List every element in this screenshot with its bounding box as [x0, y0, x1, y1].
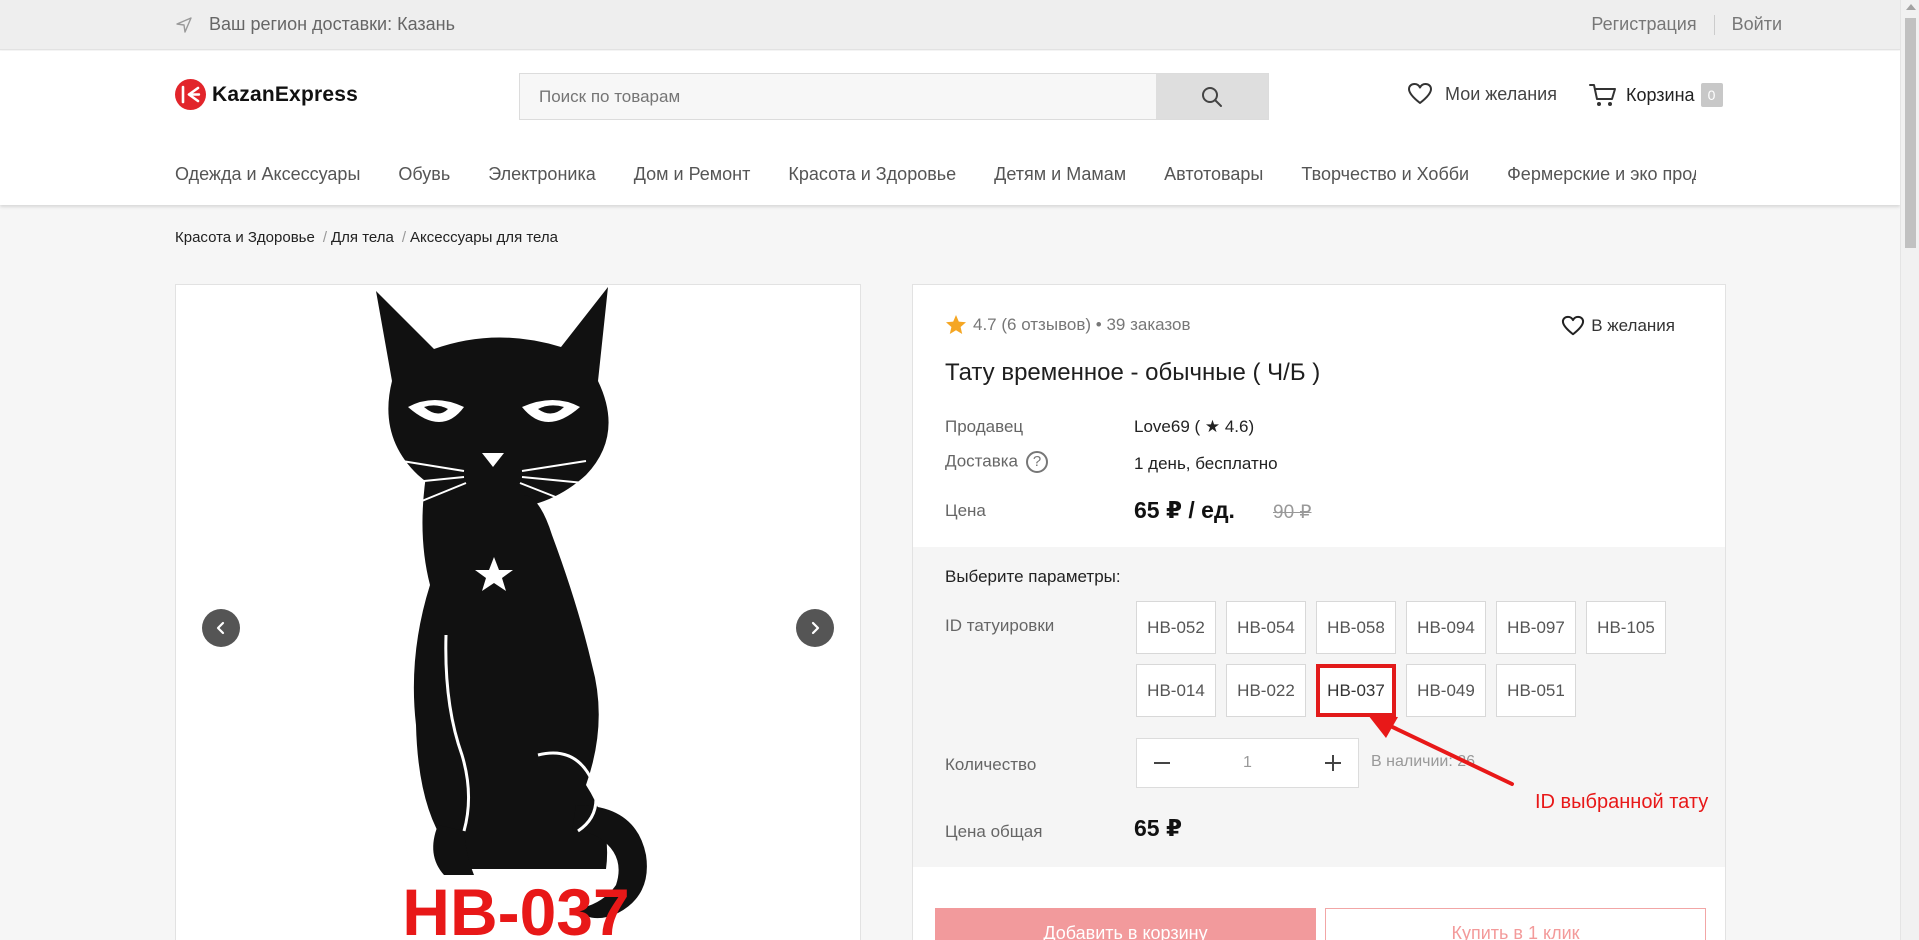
- chevron-right-icon: [811, 621, 820, 635]
- wishlist-link[interactable]: Мои желания: [1407, 82, 1557, 106]
- nav-kids[interactable]: Детям и Мамам: [994, 164, 1126, 190]
- decrease-quantity-button[interactable]: [1137, 739, 1187, 787]
- cart-label: Корзина: [1626, 84, 1695, 105]
- total-price-label: Цена общая: [945, 822, 1043, 841]
- minus-icon: [1154, 762, 1170, 764]
- nav-electronics[interactable]: Электроника: [488, 164, 595, 190]
- search-button[interactable]: [1156, 74, 1268, 119]
- option-hb-022[interactable]: HB-022: [1226, 664, 1306, 717]
- logo[interactable]: KazanExpress: [175, 79, 358, 110]
- rating-text: 4.7 (6 отзывов) • 39 заказов: [973, 314, 1191, 334]
- breadcrumb-item[interactable]: Для тела: [331, 229, 394, 246]
- product-image[interactable]: HB-037: [346, 285, 696, 940]
- star-icon: [946, 315, 966, 334]
- option-hb-014[interactable]: HB-014: [1136, 664, 1216, 717]
- delivery-label-wrap: Доставка?: [945, 451, 1049, 473]
- nav-shoes[interactable]: Обувь: [398, 164, 450, 190]
- register-link[interactable]: Регистрация: [1591, 14, 1696, 35]
- annotation-arrow-icon: [1368, 715, 1514, 786]
- quantity-value[interactable]: 1: [1187, 754, 1308, 772]
- chevron-left-icon: [216, 621, 225, 635]
- breadcrumb-separator: /: [401, 229, 407, 246]
- wishlist-label: Мои желания: [1445, 83, 1557, 104]
- breadcrumb-item[interactable]: Красота и Здоровье: [175, 229, 315, 246]
- image-caption: HB-037: [402, 875, 629, 940]
- cart-icon: [1589, 84, 1616, 106]
- nav-farm[interactable]: Фермерские и эко проду: [1507, 164, 1696, 190]
- nav-auto[interactable]: Автотовары: [1164, 164, 1263, 190]
- tattoo-id-label: ID татуировки: [945, 616, 1055, 635]
- scrollbar-thumb[interactable]: [1905, 18, 1916, 248]
- breadcrumb: Красота и Здоровье / Для тела / Аксессуа…: [175, 229, 558, 246]
- add-to-wishlist-button[interactable]: В желания: [1561, 315, 1675, 337]
- search-bar: [519, 73, 1269, 120]
- delivery-region-text: Ваш регион доставки: Казань: [209, 14, 455, 34]
- product-title: Тату временное - обычные ( Ч/Б ): [945, 359, 1321, 386]
- location-arrow-icon: [176, 16, 192, 33]
- parameters-section: Выберите параметры: ID татуировки HB-052…: [913, 547, 1725, 867]
- product-info-card: 4.7 (6 отзывов) • 39 заказов В желания Т…: [912, 284, 1726, 940]
- option-hb-105[interactable]: HB-105: [1586, 601, 1666, 654]
- gallery-prev-button[interactable]: [202, 609, 240, 647]
- heart-icon: [1562, 315, 1585, 336]
- option-hb-094[interactable]: HB-094: [1406, 601, 1486, 654]
- price-label: Цена: [945, 501, 986, 520]
- heart-icon: [1408, 83, 1432, 104]
- option-hb-052[interactable]: HB-052: [1136, 601, 1216, 654]
- tattoo-id-options: HB-052 HB-054 HB-058 HB-094 HB-097 HB-10…: [1136, 601, 1696, 727]
- delivery-label: Доставка: [945, 451, 1019, 471]
- help-icon[interactable]: ?: [1026, 451, 1049, 473]
- gallery-next-button[interactable]: [796, 609, 834, 647]
- logo-text: KazanExpress: [212, 82, 358, 106]
- site-header: KazanExpress Мои желания Корзина 0 Одежд…: [0, 51, 1900, 205]
- add-to-cart-button[interactable]: Добавить в корзину: [935, 908, 1316, 940]
- total-price: 65 ₽: [1134, 815, 1182, 841]
- scroll-up-arrow-icon[interactable]: [1906, 4, 1916, 10]
- page-scrollbar[interactable]: [1900, 0, 1919, 940]
- breadcrumb-separator: /: [322, 229, 327, 246]
- top-bar: Ваш регион доставки: Казань Регистрация …: [0, 0, 1900, 50]
- wish-button-label: В желания: [1591, 316, 1675, 335]
- quantity-stepper: 1: [1136, 738, 1359, 788]
- seller-label: Продавец: [945, 417, 1024, 436]
- increase-quantity-button[interactable]: [1308, 739, 1358, 787]
- seller-value[interactable]: Love69 ( ★ 4.6): [1134, 417, 1254, 437]
- nav-hobby[interactable]: Творчество и Хобби: [1301, 164, 1469, 190]
- auth-links: Регистрация Войти: [1591, 14, 1782, 35]
- search-input[interactable]: [520, 74, 1156, 119]
- option-hb-054[interactable]: HB-054: [1226, 601, 1306, 654]
- search-icon: [1202, 86, 1222, 107]
- product-gallery: HB-037: [175, 284, 861, 940]
- option-hb-058[interactable]: HB-058: [1316, 601, 1396, 654]
- product-rating[interactable]: 4.7 (6 отзывов) • 39 заказов: [945, 314, 1191, 335]
- buy-one-click-button[interactable]: Купить в 1 клик: [1325, 908, 1706, 940]
- old-price: 90 ₽: [1273, 502, 1312, 523]
- cart-link[interactable]: Корзина 0: [1589, 82, 1723, 108]
- breadcrumb-item[interactable]: Аксессуары для тела: [410, 229, 558, 246]
- login-link[interactable]: Войти: [1732, 14, 1782, 35]
- delivery-region[interactable]: Ваш регион доставки: Казань: [175, 14, 455, 35]
- delivery-value: 1 день, бесплатно: [1134, 454, 1278, 473]
- unit-price: 65 ₽ / ед.: [1134, 497, 1235, 523]
- nav-home[interactable]: Дом и Ремонт: [634, 164, 751, 190]
- auth-divider: [1713, 14, 1715, 35]
- parameters-heading: Выберите параметры:: [945, 567, 1121, 586]
- annotation-label: ID выбранной тату: [1535, 791, 1709, 813]
- nav-beauty[interactable]: Красота и Здоровье: [788, 164, 956, 190]
- logo-icon: [175, 79, 206, 110]
- plus-icon: [1325, 755, 1341, 771]
- cart-count-badge: 0: [1700, 83, 1723, 107]
- nav-clothing[interactable]: Одежда и Аксессуары: [175, 164, 360, 190]
- option-hb-097[interactable]: HB-097: [1496, 601, 1576, 654]
- category-nav: Одежда и Аксессуары Обувь Электроника До…: [175, 164, 1696, 190]
- quantity-label: Количество: [945, 755, 1037, 774]
